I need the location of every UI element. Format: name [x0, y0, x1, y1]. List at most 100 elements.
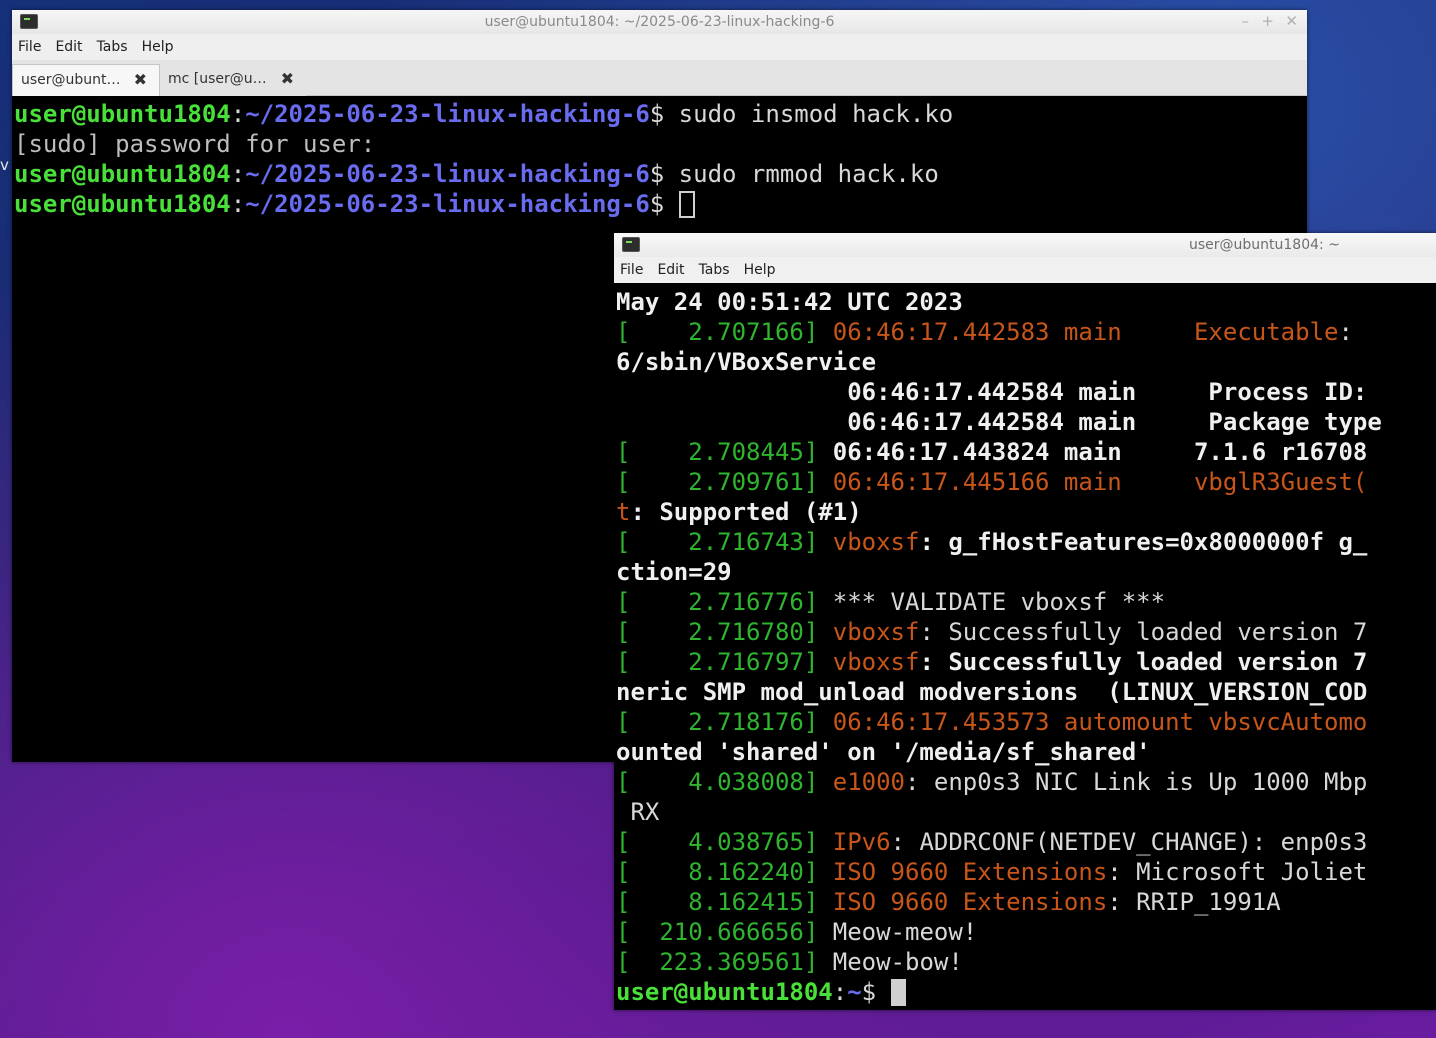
maximize-icon[interactable]: + — [1261, 12, 1274, 30]
terminal-line: [ 2.716776] *** VALIDATE vboxsf *** — [616, 587, 1436, 617]
menu-file[interactable]: File — [620, 262, 643, 278]
command-text: sudo rmmod hack.ko — [664, 160, 939, 188]
log-timestamp: [ 2.716780] — [616, 618, 819, 646]
log-text: : g_fHostFeatures=0x8000000f g_ — [919, 528, 1368, 556]
log-timestamp: [ 2.716743] — [616, 528, 819, 556]
close-icon[interactable]: ✕ — [1285, 12, 1298, 30]
prompt-sep: : — [230, 160, 246, 188]
tab-close-icon[interactable]: ✖ — [134, 70, 147, 89]
log-timestamp: [ 210.666656] — [616, 918, 819, 946]
menu-tabs[interactable]: Tabs — [97, 39, 128, 55]
log-subsystem: vboxsf — [818, 528, 920, 556]
prompt-path: ~/2025-06-23-linux-hacking-6 — [245, 100, 650, 128]
log-text: Meow-meow! — [818, 918, 978, 946]
desktop-edge-text: v — [0, 156, 9, 174]
log-timestamp: [ 2.709761] — [616, 468, 819, 496]
title-bar[interactable]: user@ubuntu1804: ~/2025-06-23-linux-hack… — [12, 10, 1307, 34]
tab-user-shell[interactable]: user@ubunt… ✖ — [12, 64, 160, 96]
log-text: Meow-bow! — [818, 948, 963, 976]
terminal-line: [ 2.716797] vboxsf: Successfully loaded … — [616, 647, 1436, 677]
terminal-line: [ 2.716743] vboxsf: g_fHostFeatures=0x80… — [616, 527, 1436, 557]
command-text — [664, 190, 678, 218]
log-text: ction=29 — [616, 558, 732, 586]
prompt-sep: : — [832, 978, 848, 1006]
menu-edit[interactable]: Edit — [55, 39, 82, 55]
log-text: 06:46:17.442583 main Executable — [818, 318, 1339, 346]
terminal-line: user@ubuntu1804:~/2025-06-23-linux-hacki… — [14, 99, 1307, 129]
terminal-line: neric SMP mod_unload modversions (LINUX_… — [616, 677, 1436, 707]
log-text: t — [616, 498, 631, 526]
terminal-line: user@ubuntu1804:~/2025-06-23-linux-hacki… — [14, 159, 1307, 189]
terminal-line: t: Supported (#1) — [616, 497, 1436, 527]
log-subsystem: e1000 — [818, 768, 905, 796]
menu-bar: File Edit Tabs Help — [614, 257, 1436, 283]
log-text: : Successfully loaded version 7 — [919, 618, 1368, 646]
menu-edit[interactable]: Edit — [657, 262, 684, 278]
log-text: : — [1338, 318, 1353, 346]
sudo-prompt-text: [sudo] password for user: — [14, 130, 376, 158]
terminal-window-second: user@ubuntu1804: ~ File Edit Tabs Help M… — [614, 233, 1436, 1010]
menu-help[interactable]: Help — [142, 39, 174, 55]
log-text: 06:46:17.442584 main Package type — [616, 408, 1382, 436]
terminal-line: [ 8.162240] ISO 9660 Extensions: Microso… — [616, 857, 1436, 887]
title-bar[interactable]: user@ubuntu1804: ~ — [614, 233, 1436, 257]
terminal-line: [ 2.708445] 06:46:17.443824 main 7.1.6 r… — [616, 437, 1436, 467]
terminal-line: [ 8.162415] ISO 9660 Extensions: RRIP_19… — [616, 887, 1436, 917]
terminal-line: [ 4.038008] e1000: enp0s3 NIC Link is Up… — [616, 767, 1436, 797]
window-title: user@ubuntu1804: ~/2025-06-23-linux-hack… — [484, 14, 835, 30]
window-title: user@ubuntu1804: ~ — [1189, 237, 1340, 253]
terminal-app-icon — [622, 237, 640, 252]
log-timestamp: [ 223.369561] — [616, 948, 819, 976]
minimize-icon[interactable]: – — [1242, 12, 1250, 30]
terminal-line: [ 210.666656] Meow-meow! — [616, 917, 1436, 947]
command-text: sudo insmod hack.ko — [664, 100, 954, 128]
log-text: : ADDRCONF(NETDEV_CHANGE): enp0s3 — [890, 828, 1368, 856]
terminal-area[interactable]: May 24 00:51:42 UTC 2023 [ 2.707166] 06:… — [614, 285, 1436, 1010]
log-timestamp: [ 2.716776] — [616, 588, 819, 616]
log-timestamp: [ 2.707166] — [616, 318, 819, 346]
text-cursor — [890, 979, 906, 1006]
log-text: 06:46:17.453573 automount vbsvcAutomo — [818, 708, 1368, 736]
tab-mc[interactable]: mc [user@u… ✖ — [160, 64, 306, 96]
terminal-line: ction=29 — [616, 557, 1436, 587]
log-text: 06:46:17.442584 main Process ID: — [616, 378, 1368, 406]
log-subsystem: ISO 9660 Extensions — [818, 888, 1108, 916]
log-text: 06:46:17.443824 main 7.1.6 r16708 — [818, 438, 1368, 466]
menu-bar: File Edit Tabs Help — [12, 34, 1307, 60]
terminal-line: user@ubuntu1804:~$ — [616, 977, 1436, 1007]
menu-tabs[interactable]: Tabs — [699, 262, 730, 278]
prompt-path: ~ — [847, 978, 862, 1006]
prompt-dollar: $ — [649, 190, 665, 218]
tab-close-icon[interactable]: ✖ — [281, 69, 294, 88]
terminal-line: [ 2.707166] 06:46:17.442583 main Executa… — [616, 317, 1436, 347]
terminal-line: [sudo] password for user: — [14, 129, 1307, 159]
log-timestamp: [ 2.708445] — [616, 438, 819, 466]
log-text: : Microsoft Joliet — [1107, 858, 1368, 886]
prompt-dollar: $ — [649, 100, 665, 128]
prompt-path: ~/2025-06-23-linux-hacking-6 — [245, 160, 650, 188]
prompt-user: user@ubuntu1804 — [14, 160, 231, 188]
prompt-sep: : — [230, 100, 246, 128]
log-text: 06:46:17.445166 main vbglR3Guest( — [818, 468, 1368, 496]
log-timestamp: [ 4.038765] — [616, 828, 819, 856]
log-text: : Supported (#1) — [630, 498, 862, 526]
prompt-user: user@ubuntu1804 — [616, 978, 833, 1006]
terminal-line: [ 223.369561] Meow-bow! — [616, 947, 1436, 977]
log-text: RX — [616, 798, 660, 826]
menu-file[interactable]: File — [18, 39, 41, 55]
log-text: ounted 'shared' on '/media/sf_shared' — [616, 738, 1151, 766]
terminal-line: [ 4.038765] IPv6: ADDRCONF(NETDEV_CHANGE… — [616, 827, 1436, 857]
terminal-line: [ 2.709761] 06:46:17.445166 main vbglR3G… — [616, 467, 1436, 497]
menu-help[interactable]: Help — [744, 262, 776, 278]
log-text: *** VALIDATE vboxsf *** — [818, 588, 1166, 616]
log-subsystem: vboxsf — [818, 618, 920, 646]
terminal-line: [ 2.718176] 06:46:17.453573 automount vb… — [616, 707, 1436, 737]
log-timestamp: [ 4.038008] — [616, 768, 819, 796]
prompt-dollar: $ — [649, 160, 665, 188]
log-timestamp: [ 8.162415] — [616, 888, 819, 916]
log-subsystem: IPv6 — [818, 828, 891, 856]
log-subsystem: vboxsf — [818, 648, 920, 676]
text-cursor — [678, 191, 695, 218]
prompt-user: user@ubuntu1804 — [14, 190, 231, 218]
log-timestamp: [ 2.718176] — [616, 708, 819, 736]
